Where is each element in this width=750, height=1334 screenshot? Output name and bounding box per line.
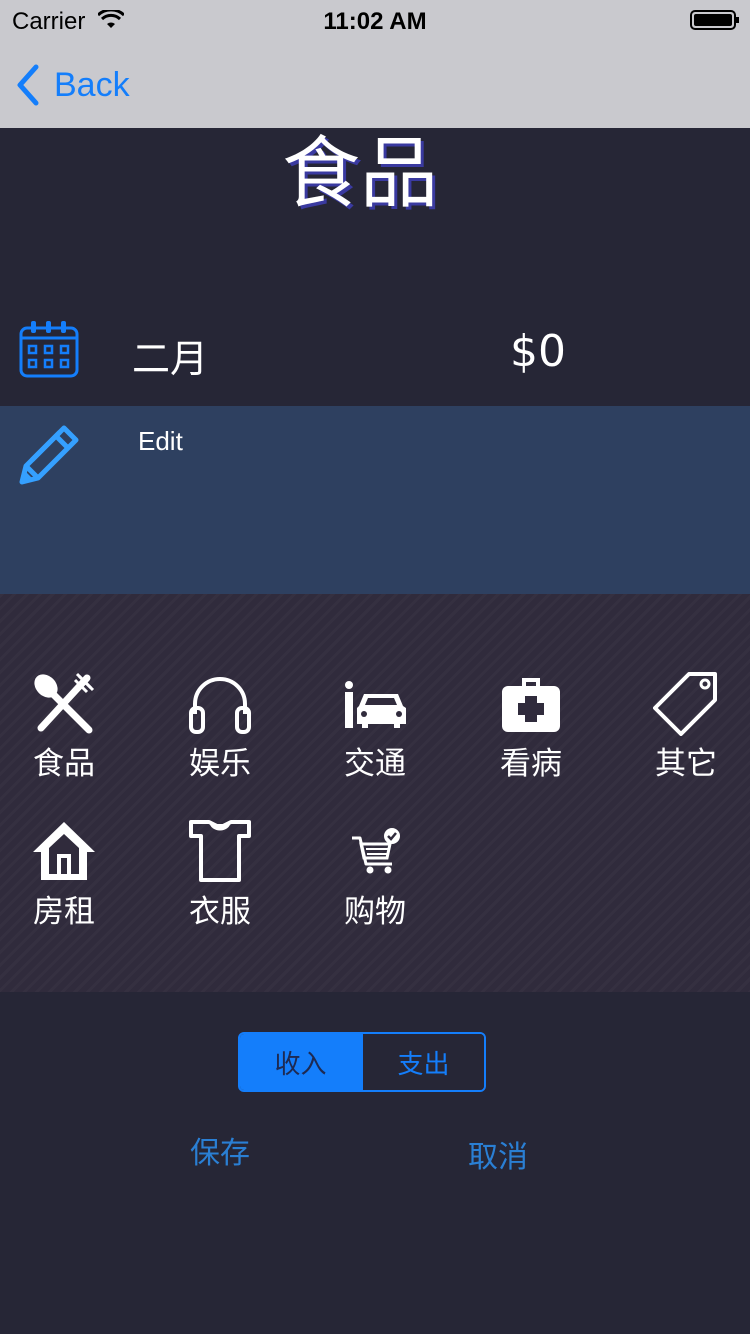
category-clothes[interactable]: 衣服 [160,818,280,931]
page-title: 食品 [281,129,438,219]
clock-label: 11:02 AM [323,8,427,35]
category-entertainment[interactable]: 娱乐 [160,670,280,783]
battery-icon [690,10,739,30]
category-shopping[interactable]: 购物 [315,818,435,931]
category-other[interactable]: 其它 [626,670,746,783]
category-label: 衣服 [189,894,251,930]
amount-display[interactable]: $0 [510,326,566,377]
month-selector[interactable]: 二月 [132,328,208,383]
income-expense-segmented-control: 收入 支出 [238,1032,486,1092]
category-label: 娱乐 [189,746,251,782]
category-food[interactable]: 食品 [4,670,124,783]
category-label: 购物 [344,894,406,930]
fork-spoon-icon [34,672,95,734]
segment-expense[interactable]: 支出 [361,1034,484,1090]
back-label: Back [54,65,130,104]
category-rent[interactable]: 房租 [4,818,124,931]
category-medical[interactable]: 看病 [471,670,591,783]
category-label: 房租 [33,894,95,930]
cancel-button[interactable]: 取消 [468,1132,528,1176]
category-label: 食品 [33,746,95,782]
calendar-icon[interactable] [18,318,80,380]
category-transport[interactable]: 交通 [315,670,435,783]
save-button[interactable]: 保存 [190,1128,250,1172]
chevron-left-icon [17,64,39,106]
first-aid-kit-icon [502,678,560,732]
navigation-bar: Carrier 11:02 AM Back [0,0,750,128]
shopping-cart-icon [352,828,400,874]
tshirt-icon [189,820,251,882]
house-icon [33,822,95,880]
headphones-icon [189,677,251,734]
category-grid: 食品 娱乐 交通 看病 其它 房租 衣服 购物 [0,594,750,992]
category-label: 交通 [344,746,406,782]
back-button[interactable]: Back [14,60,130,110]
segment-income[interactable]: 收入 [240,1034,361,1090]
edit-label: Edit [138,426,183,456]
category-label: 看病 [500,746,562,782]
car-icon [345,681,406,728]
pencil-icon [19,425,79,485]
category-label: 其它 [655,746,717,782]
entry-row: 二月 $0 [0,300,750,406]
tag-icon [653,672,717,736]
note-panel[interactable]: Edit [0,406,750,594]
